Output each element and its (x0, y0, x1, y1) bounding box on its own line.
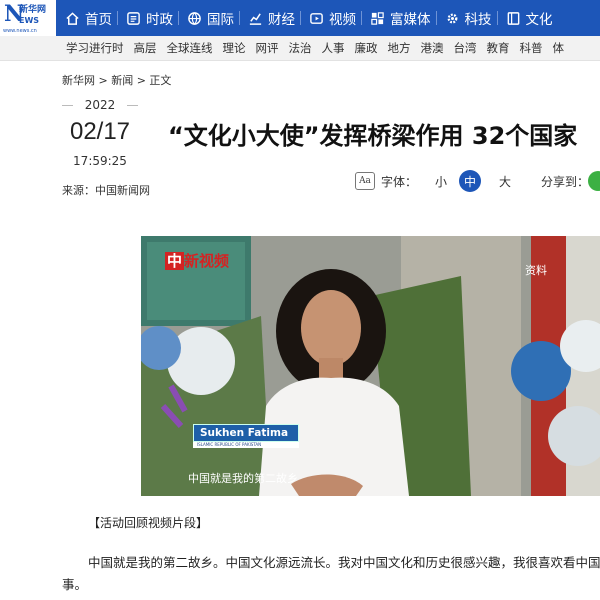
book-icon (506, 11, 521, 26)
article-paragraph: 中国就是我的第二故乡。中国文化源远流长。我对中国文化和历史很感兴趣，我很喜欢看中… (62, 555, 600, 592)
media-grid-icon (370, 11, 385, 26)
font-size-control: Aa 字体： 小 中 大 (355, 170, 511, 192)
secondary-nav: 学习进行时 高层 全球连线 理论 网评 法治 人事 廉政 地方 港澳 台湾 教育… (0, 36, 600, 61)
subnav-item[interactable]: 地方 (388, 40, 411, 56)
subnav-item[interactable]: 廉政 (355, 40, 378, 56)
nav-item-tech[interactable]: 科技 (435, 0, 497, 36)
font-size-label: 字体： (381, 174, 418, 189)
subnav-item[interactable]: 学习进行时 (66, 40, 124, 56)
nav-label: 科技 (464, 12, 492, 28)
date-monthday: 02/17 (69, 118, 131, 145)
subnav-item[interactable]: 台湾 (454, 40, 477, 56)
video-icon (309, 11, 324, 26)
nav-label: 财经 (268, 12, 295, 28)
nav-item-politics[interactable]: 时政 (117, 0, 178, 36)
logo-prefix: 中 (165, 252, 185, 270)
nav-label: 国际 (207, 12, 234, 28)
date-year: 2022 (62, 98, 138, 112)
nav-item-finance[interactable]: 财经 (239, 0, 300, 36)
logo-chinese: 新华网 (19, 5, 47, 15)
font-size-small-button[interactable]: 小 (435, 173, 447, 190)
breadcrumb[interactable]: 新华网 > 新闻 > 正文 (62, 72, 171, 88)
country-text: ISLAMIC REPUBLIC OF PAKISTAN (197, 442, 262, 447)
nav-item-rich-media[interactable]: 富媒体 (361, 0, 436, 36)
nav-item-international[interactable]: 国际 (178, 0, 239, 36)
wechat-share-icon[interactable] (588, 171, 600, 191)
article-headline: “文化小大使”发挥桥梁作用 32个国家 (168, 122, 578, 150)
subnav-item[interactable]: 港澳 (421, 40, 444, 56)
publish-date: 2022 02/17 17:59:25 (62, 98, 138, 168)
article-source: 来源：中国新闻网 (62, 184, 150, 197)
chart-icon (248, 11, 263, 26)
nav-item-culture[interactable]: 文化 (496, 0, 558, 36)
subnav-item[interactable]: 高层 (134, 40, 157, 56)
subnav-item[interactable]: 人事 (322, 40, 345, 56)
logo-text: 新视频 (184, 252, 230, 270)
subnav-item[interactable]: 理论 (223, 40, 246, 56)
font-size-medium-button[interactable]: 中 (459, 170, 482, 192)
gear-icon (445, 11, 460, 26)
logo-url: www.news.cn (3, 28, 37, 34)
subnav-item[interactable]: 法治 (289, 40, 312, 56)
share-label: 分享到： (541, 175, 590, 189)
subnav-item[interactable]: 教育 (487, 40, 510, 56)
video-subtitle: 中国就是我的第二故乡 (188, 472, 298, 485)
globe-icon (187, 11, 202, 26)
subnav-item[interactable]: 网评 (256, 40, 279, 56)
nav-label: 富媒体 (390, 12, 431, 28)
font-size-icon: Aa (355, 172, 375, 190)
government-icon (126, 11, 141, 26)
nav-items: 首页 时政 国际 财经 视频 富媒体 科技 文化 (56, 0, 558, 36)
nav-label: 时政 (146, 12, 173, 28)
logo-ews: EWS (19, 16, 40, 25)
home-icon (65, 11, 80, 26)
nav-item-video[interactable]: 视频 (300, 0, 361, 36)
speaker-country: ISLAMIC REPUBLIC OF PAKISTAN (193, 442, 299, 448)
nav-label: 首页 (85, 12, 112, 28)
subnav-item[interactable]: 科普 (520, 40, 543, 56)
nav-label: 文化 (525, 12, 553, 28)
date-time: 17:59:25 (73, 154, 127, 168)
top-nav: N 新华网 EWS www.news.cn 首页 时政 国际 财经 视频 富媒体 (0, 0, 600, 36)
font-size-large-button[interactable]: 大 (499, 173, 511, 190)
nav-item-home[interactable]: 首页 (56, 0, 117, 36)
speaker-nametag: Sukhen Fatima ISLAMIC REPUBLIC OF PAKIST… (193, 424, 299, 448)
video-caption: 【活动回顾视频片段】 (88, 516, 209, 530)
video-channel-logo: 中新视频 (165, 250, 229, 271)
archive-tag: 资料 (525, 264, 547, 277)
nav-label: 视频 (329, 12, 356, 28)
xinhua-logo[interactable]: N 新华网 EWS www.news.cn (0, 0, 56, 36)
subnav-item[interactable]: 体 (553, 40, 565, 56)
subnav-item[interactable]: 全球连线 (167, 40, 213, 56)
video-player[interactable]: 中新视频 资料 Sukhen Fatima ISLAMIC REPUBLIC O… (141, 236, 600, 496)
speaker-name: Sukhen Fatima (193, 424, 299, 442)
